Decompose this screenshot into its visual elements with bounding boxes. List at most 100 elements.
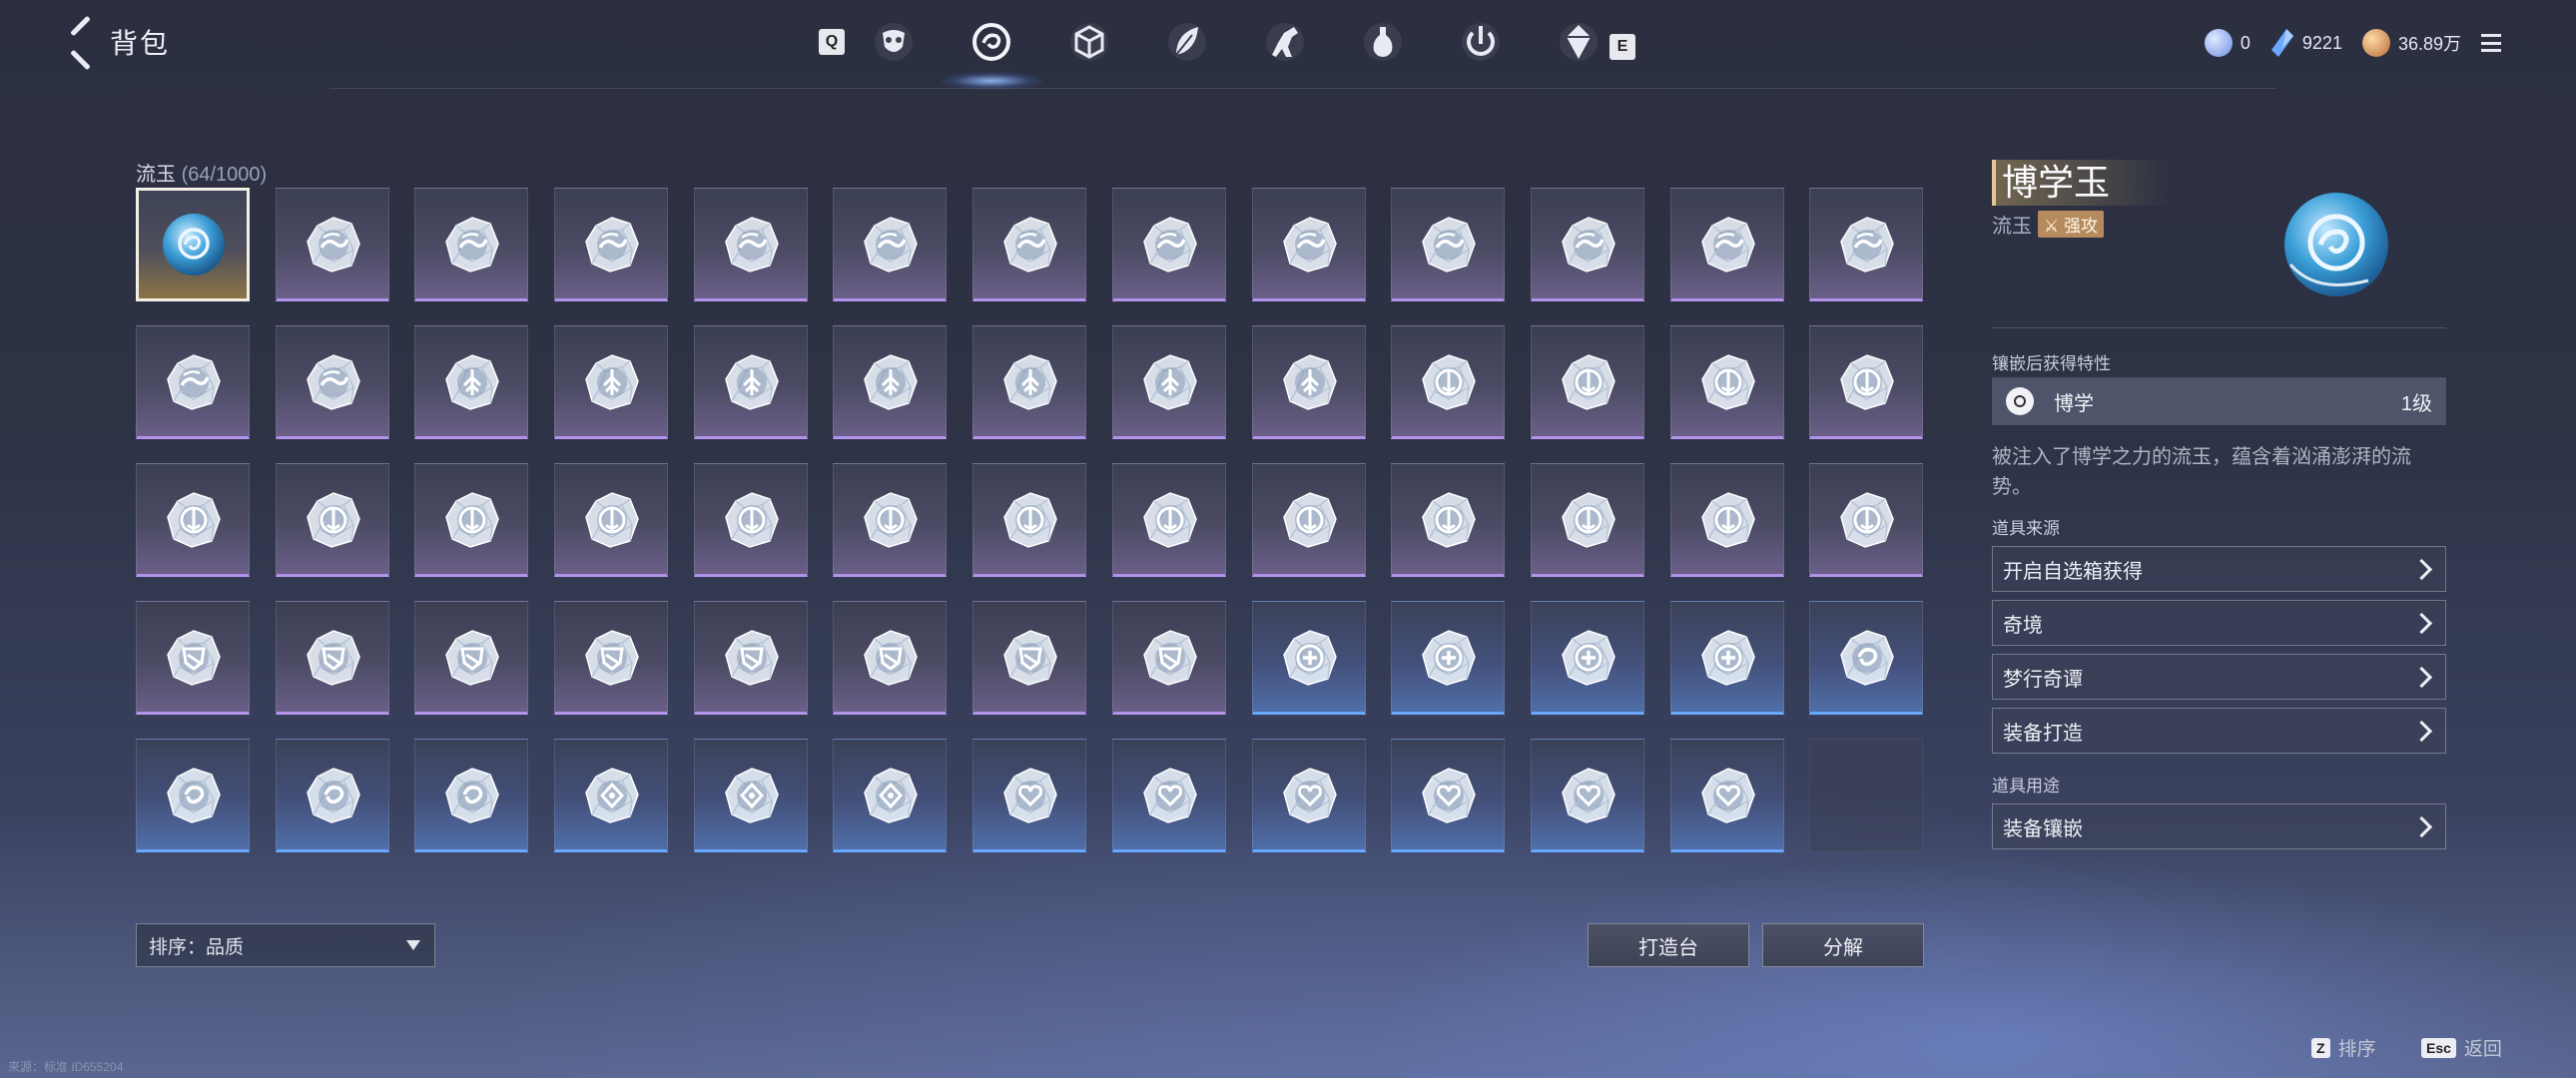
inventory-slot-selected[interactable] bbox=[136, 188, 250, 301]
inventory-slot[interactable] bbox=[972, 463, 1087, 577]
inventory-slot[interactable] bbox=[1809, 463, 1924, 577]
inventory-slot[interactable] bbox=[1251, 739, 1366, 852]
decompose-button[interactable]: 分解 bbox=[1762, 923, 1924, 967]
source-item-selection-box[interactable]: 开启自选箱获得 bbox=[1992, 546, 2446, 592]
inventory-slot[interactable] bbox=[693, 188, 808, 301]
inventory-slot[interactable] bbox=[1111, 325, 1226, 439]
inventory-slot[interactable] bbox=[833, 463, 948, 577]
inventory-slot[interactable] bbox=[1251, 325, 1366, 439]
inventory-slot[interactable] bbox=[554, 325, 669, 439]
inventory-slot[interactable] bbox=[1669, 601, 1784, 715]
tab-feather[interactable] bbox=[1165, 20, 1209, 64]
currency-blue-crystal[interactable]: 9221 bbox=[2270, 28, 2342, 58]
tab-crystal[interactable] bbox=[1557, 20, 1601, 64]
inventory-slot[interactable] bbox=[1669, 188, 1784, 301]
next-tab-key[interactable]: E bbox=[1610, 34, 1635, 60]
inventory-slot[interactable] bbox=[833, 601, 948, 715]
inventory-slot[interactable] bbox=[414, 325, 529, 439]
currency-moon-token[interactable]: 0 bbox=[2204, 29, 2251, 57]
inventory-slot[interactable] bbox=[1530, 188, 1644, 301]
inventory-slot[interactable] bbox=[1251, 601, 1366, 715]
inventory-slot[interactable] bbox=[1669, 325, 1784, 439]
heart-jade-icon bbox=[1282, 768, 1337, 823]
inventory-slot[interactable] bbox=[972, 188, 1087, 301]
inventory-slot[interactable] bbox=[1391, 188, 1506, 301]
inventory-slot[interactable] bbox=[1530, 463, 1644, 577]
inventory-slot[interactable] bbox=[1111, 739, 1226, 852]
sort-dropdown-label: 排序：品质 bbox=[149, 936, 245, 958]
inventory-slot[interactable] bbox=[554, 463, 669, 577]
inventory-slot[interactable] bbox=[1251, 188, 1366, 301]
inventory-slot[interactable] bbox=[136, 463, 250, 577]
source-item-dream-tales[interactable]: 梦行奇谭 bbox=[1992, 654, 2446, 700]
tab-horse[interactable] bbox=[1263, 20, 1307, 64]
source-item-equipment-forging[interactable]: 装备打造 bbox=[1992, 708, 2446, 754]
inventory-slot[interactable] bbox=[554, 188, 669, 301]
use-item-equipment-inlay[interactable]: 装备镶嵌 bbox=[1992, 804, 2446, 849]
tree-jade-icon bbox=[445, 354, 500, 410]
tab-cube[interactable] bbox=[1067, 20, 1111, 64]
swirl-jade-icon bbox=[445, 768, 500, 823]
inventory-slot[interactable] bbox=[693, 463, 808, 577]
chevron-right-icon bbox=[2410, 558, 2433, 581]
inventory-slot[interactable] bbox=[1391, 463, 1506, 577]
inventory-slot[interactable] bbox=[972, 739, 1087, 852]
inventory-slot[interactable] bbox=[1669, 463, 1784, 577]
forge-station-button[interactable]: 打造台 bbox=[1588, 923, 1749, 967]
inventory-slot[interactable] bbox=[414, 188, 529, 301]
inventory-slot[interactable] bbox=[693, 739, 808, 852]
anchor-jade-icon bbox=[1700, 354, 1755, 410]
currency-copper-coin[interactable]: 36.89万 bbox=[2361, 29, 2461, 57]
inventory-slot[interactable] bbox=[833, 325, 948, 439]
inventory-slot[interactable] bbox=[1669, 739, 1784, 852]
heart-jade-icon bbox=[1700, 768, 1755, 823]
back-hint[interactable]: Esc 返回 bbox=[2421, 1034, 2502, 1061]
inventory-slot[interactable] bbox=[275, 739, 389, 852]
inventory-slot[interactable] bbox=[1809, 601, 1924, 715]
back-button[interactable]: 背包 bbox=[68, 22, 170, 62]
inventory-slot[interactable] bbox=[275, 325, 389, 439]
inventory-slot[interactable] bbox=[1251, 463, 1366, 577]
empty-inventory-slot[interactable] bbox=[1809, 739, 1924, 852]
prev-tab-key[interactable]: Q bbox=[819, 29, 845, 55]
inventory-slot[interactable] bbox=[414, 739, 529, 852]
header-divider bbox=[329, 88, 2276, 89]
inventory-slot[interactable] bbox=[1111, 463, 1226, 577]
list-menu-icon[interactable] bbox=[2481, 34, 2501, 52]
inventory-slot[interactable] bbox=[414, 463, 529, 577]
inventory-slot[interactable] bbox=[275, 188, 389, 301]
inventory-slot[interactable] bbox=[1391, 601, 1506, 715]
inventory-slot[interactable] bbox=[136, 601, 250, 715]
inventory-slot[interactable] bbox=[1530, 325, 1644, 439]
inventory-slot[interactable] bbox=[1530, 739, 1644, 852]
inventory-slot[interactable] bbox=[693, 601, 808, 715]
inventory-slot[interactable] bbox=[972, 325, 1087, 439]
inventory-slot[interactable] bbox=[833, 739, 948, 852]
inventory-slot[interactable] bbox=[693, 325, 808, 439]
inventory-slot[interactable] bbox=[972, 601, 1087, 715]
tree-jade-icon bbox=[585, 354, 639, 410]
inventory-slot[interactable] bbox=[554, 601, 669, 715]
source-item-wonderland[interactable]: 奇境 bbox=[1992, 600, 2446, 646]
inventory-slot[interactable] bbox=[136, 325, 250, 439]
inventory-slot[interactable] bbox=[1111, 188, 1226, 301]
tab-bottle[interactable] bbox=[1361, 20, 1405, 64]
inventory-slot[interactable] bbox=[414, 601, 529, 715]
tab-mask[interactable] bbox=[872, 20, 916, 64]
tab-power[interactable] bbox=[1459, 20, 1503, 64]
inventory-slot[interactable] bbox=[833, 188, 948, 301]
sort-hint[interactable]: Z 排序 bbox=[2311, 1034, 2376, 1061]
sort-dropdown[interactable]: 排序：品质 bbox=[136, 923, 435, 967]
tab-flowing-jade[interactable] bbox=[940, 20, 1043, 90]
inventory-slot[interactable] bbox=[275, 601, 389, 715]
inventory-slot[interactable] bbox=[275, 463, 389, 577]
inventory-slot[interactable] bbox=[554, 739, 669, 852]
inventory-slot[interactable] bbox=[1391, 739, 1506, 852]
inventory-slot[interactable] bbox=[1391, 325, 1506, 439]
inventory-slot[interactable] bbox=[1111, 601, 1226, 715]
inventory-slot[interactable] bbox=[136, 739, 250, 852]
inventory-slot[interactable] bbox=[1809, 188, 1924, 301]
inventory-slot[interactable] bbox=[1809, 325, 1924, 439]
trait-row[interactable]: 博学 1级 bbox=[1992, 377, 2446, 425]
inventory-slot[interactable] bbox=[1530, 601, 1644, 715]
